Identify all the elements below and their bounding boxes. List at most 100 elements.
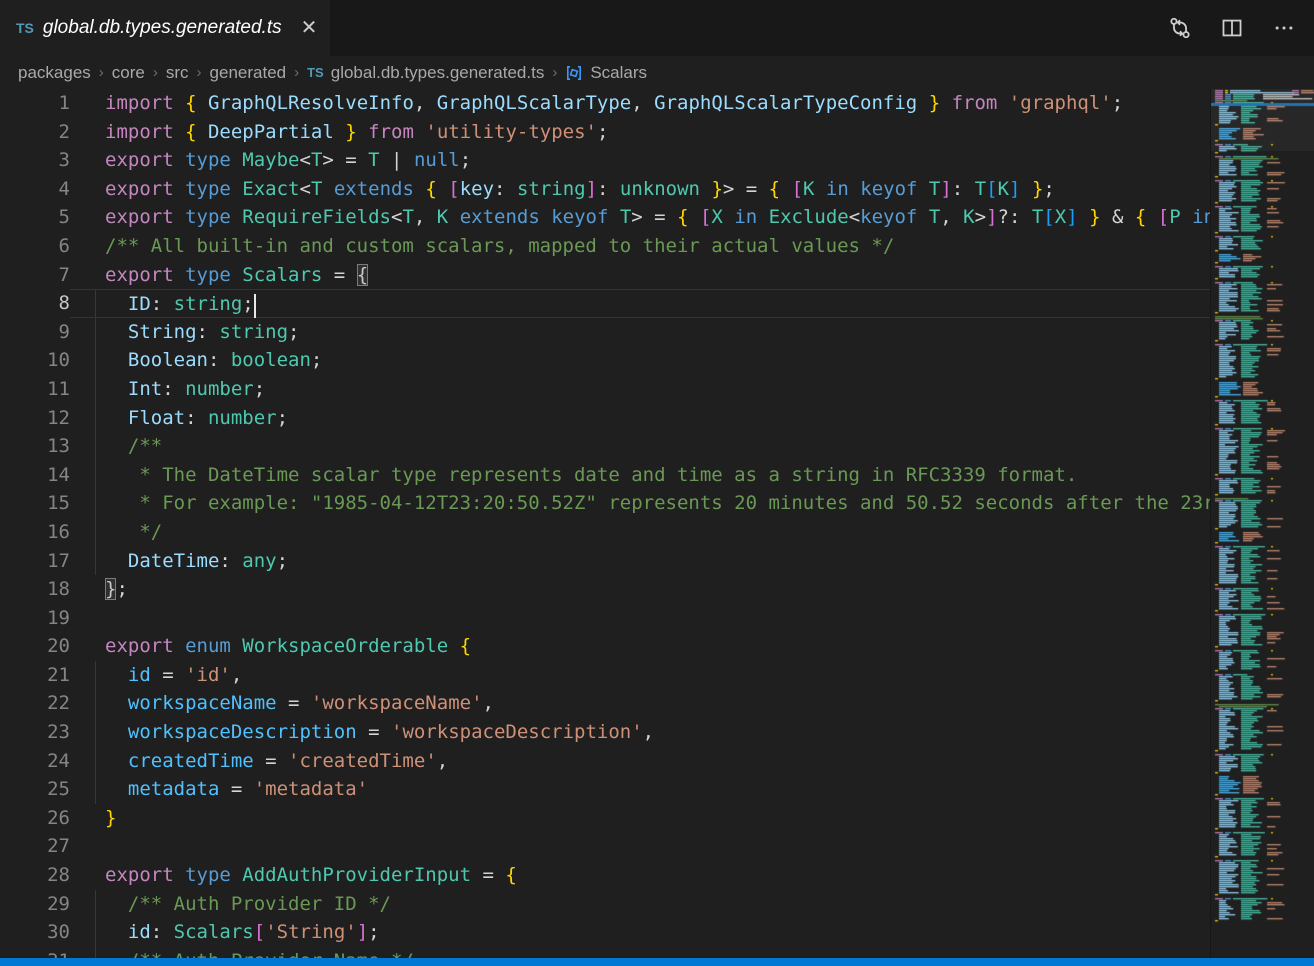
token: GraphQLScalarTypeConfig [643, 92, 918, 114]
breadcrumb-item-packages[interactable]: packages [18, 63, 91, 83]
breadcrumb-item-scalars[interactable]: Scalars [565, 63, 647, 83]
code-line[interactable]: 24 createdTime = 'createdTime', [0, 747, 1210, 776]
close-icon[interactable]: ✕ [301, 18, 318, 38]
line-number: 24 [0, 747, 70, 776]
code-line[interactable]: 7export type Scalars = { [0, 261, 1210, 290]
code-lines[interactable]: 1import { GraphQLResolveInfo, GraphQLSca… [0, 89, 1210, 958]
code-line[interactable]: 13 /** [0, 432, 1210, 461]
token: , [483, 692, 494, 714]
line-number: 4 [0, 175, 70, 204]
code-line[interactable]: 23 workspaceDescription = 'workspaceDesc… [0, 718, 1210, 747]
code-line[interactable]: 6/** All built-in and custom scalars, ma… [0, 232, 1210, 261]
token: type [174, 206, 231, 228]
code-line[interactable]: 17 DateTime: any; [0, 547, 1210, 576]
token: extends [322, 178, 414, 200]
minimap-slider[interactable] [1211, 89, 1314, 151]
code-line[interactable]: 27 [0, 832, 1210, 861]
code-line[interactable]: 22 workspaceName = 'workspaceName', [0, 689, 1210, 718]
token: /** All built-in and custom scalars, map… [105, 235, 894, 257]
token: GraphQLScalarType [425, 92, 631, 114]
token: T [1032, 206, 1043, 228]
compare-changes-icon[interactable] [1168, 16, 1192, 40]
code-line[interactable]: 12 Float: number; [0, 404, 1210, 433]
token: enum [174, 635, 231, 657]
code-line[interactable]: 5export type RequireFields<T, K extends … [0, 203, 1210, 232]
breadcrumb-item-generated[interactable]: generated [210, 63, 287, 83]
token: type [174, 864, 231, 886]
line-number: 20 [0, 632, 70, 661]
token: , [643, 721, 654, 743]
tab-global-db-types[interactable]: TS global.db.types.generated.ts ✕ [0, 0, 330, 56]
code-line[interactable]: 21 id = 'id', [0, 661, 1210, 690]
code-line[interactable]: 4export type Exact<T extends { [key: str… [0, 175, 1210, 204]
code-line[interactable]: 31 /** Auth Provider Name */ [0, 947, 1210, 958]
code-line[interactable]: 9 String: string; [0, 318, 1210, 347]
token: T [608, 206, 631, 228]
code-line[interactable]: 8 ID: string; [0, 289, 1210, 318]
token: number [208, 407, 277, 429]
status-bar[interactable] [0, 958, 1314, 966]
token: > = [631, 206, 677, 228]
code-line[interactable]: 2import { DeepPartial } from 'utility-ty… [0, 118, 1210, 147]
breadcrumb-item-global-db-types-generated-ts[interactable]: TSglobal.db.types.generated.ts [307, 63, 544, 83]
token: ; [242, 293, 253, 315]
more-actions-icon[interactable] [1272, 16, 1296, 40]
line-number: 29 [0, 890, 70, 919]
code-line[interactable]: 20export enum WorkspaceOrderable { [0, 632, 1210, 661]
line-number: 2 [0, 118, 70, 147]
token: 'createdTime' [288, 750, 437, 772]
code-line[interactable]: 1import { GraphQLResolveInfo, GraphQLSca… [0, 89, 1210, 118]
code-line[interactable]: 16 */ [0, 518, 1210, 547]
token: string [174, 293, 243, 315]
code-line[interactable]: 11 Int: number; [0, 375, 1210, 404]
line-content: String: string; [70, 318, 1210, 347]
token: DateTime [105, 550, 219, 572]
token: Scalars [174, 921, 254, 943]
line-number: 3 [0, 146, 70, 175]
token: T [917, 206, 940, 228]
token: & [1101, 206, 1135, 228]
breadcrumb-separator: › [552, 64, 557, 81]
split-editor-icon[interactable] [1220, 16, 1244, 40]
code-line[interactable]: 19 [0, 604, 1210, 633]
code-line[interactable]: 26} [0, 804, 1210, 833]
line-content: DateTime: any; [70, 547, 1210, 576]
code-line[interactable]: 10 Boolean: boolean; [0, 346, 1210, 375]
code-line[interactable]: 15 * For example: "1985-04-12T23:20:50.5… [0, 489, 1210, 518]
token: , [631, 92, 642, 114]
line-number: 19 [0, 604, 70, 633]
token: metadata [105, 778, 219, 800]
code-line[interactable]: 29 /** Auth Provider ID */ [0, 890, 1210, 919]
token: > [975, 206, 986, 228]
token: ] [1066, 206, 1077, 228]
token: = [254, 750, 288, 772]
code-line[interactable]: 28export type AddAuthProviderInput = { [0, 861, 1210, 890]
line-content: */ [70, 518, 1210, 547]
token: workspaceDescription [105, 721, 357, 743]
line-number: 27 [0, 832, 70, 861]
line-content: export type Exact<T extends { [key: stri… [70, 175, 1210, 204]
line-content: Boolean: boolean; [70, 346, 1210, 375]
token: in [1181, 206, 1210, 228]
line-content: /** Auth Provider ID */ [70, 890, 1210, 919]
token: export [105, 178, 174, 200]
token: extends [448, 206, 540, 228]
code-line[interactable]: 18}; [0, 575, 1210, 604]
breadcrumb-item-core[interactable]: core [112, 63, 145, 83]
line-number: 22 [0, 689, 70, 718]
code-line[interactable]: 25 metadata = 'metadata' [0, 775, 1210, 804]
token [334, 121, 345, 143]
token: in [723, 206, 757, 228]
token [1078, 206, 1089, 228]
code-line[interactable]: 3export type Maybe<T> = T | null; [0, 146, 1210, 175]
token: 'metadata' [254, 778, 368, 800]
token: ] [940, 178, 951, 200]
minimap[interactable] [1210, 89, 1314, 958]
breadcrumb-item-src[interactable]: src [166, 63, 189, 83]
token: Int [105, 378, 162, 400]
line-content: workspaceDescription = 'workspaceDescrip… [70, 718, 1210, 747]
code-line[interactable]: 30 id: Scalars['String']; [0, 918, 1210, 947]
token: ] [986, 206, 997, 228]
code-line[interactable]: 14 * The DateTime scalar type represents… [0, 461, 1210, 490]
token: : [151, 921, 174, 943]
